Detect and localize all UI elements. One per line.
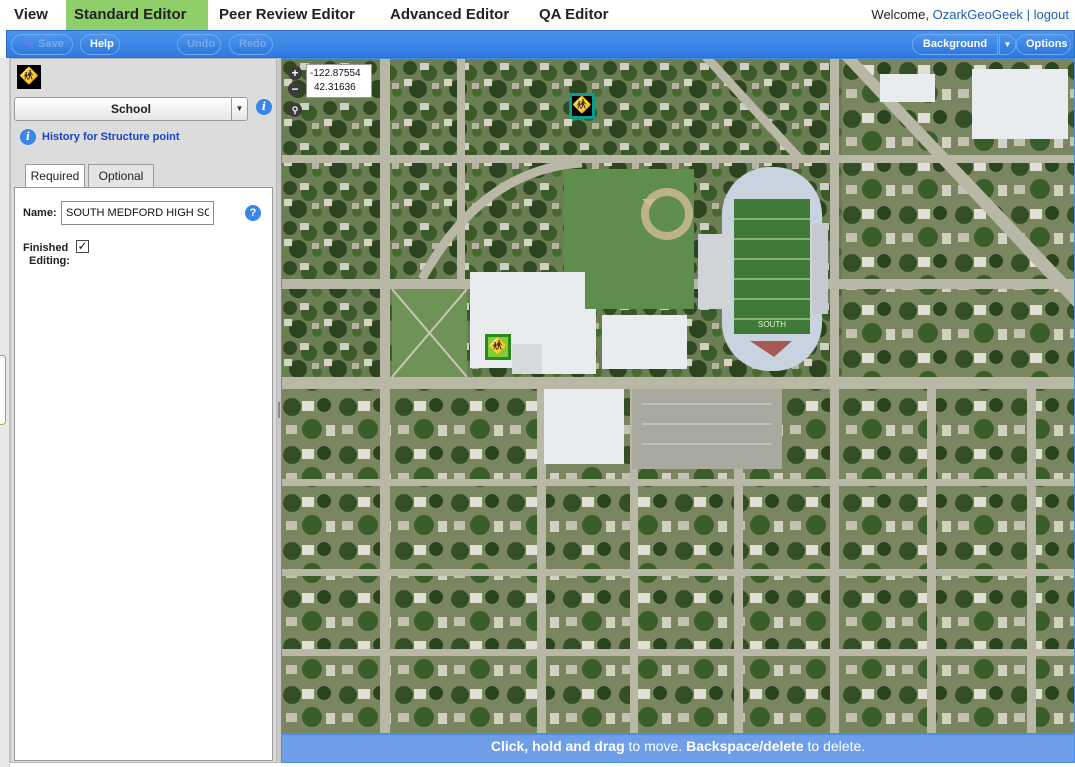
magnifier-icon[interactable]: ⚲ <box>288 103 302 117</box>
tab-advanced-editor[interactable]: Advanced Editor <box>382 0 517 30</box>
welcome-area: Welcome, OzarkGeoGeek | logout <box>871 0 1069 30</box>
latitude-value: 42.31636 <box>314 82 356 93</box>
tab-view[interactable]: View <box>6 0 56 30</box>
coordinate-readout: -122.87554 42.31636 <box>306 64 372 98</box>
status-move-text: to move. <box>624 738 687 754</box>
history-info-icon: i <box>20 129 36 145</box>
map-canvas[interactable]: SOUTH + − ⚲ -122.87554 42.31636 🚸 🚸 <box>281 58 1075 734</box>
tab-peer-review-editor[interactable]: Peer Review Editor <box>211 0 363 30</box>
finished-editing-label-2: Editing: <box>29 255 70 267</box>
welcome-separator: | <box>1026 7 1030 22</box>
zoom-out-icon[interactable]: − <box>288 82 302 96</box>
left-collapse-strip <box>0 58 10 767</box>
top-nav: View Standard Editor Peer Review Editor … <box>0 0 1075 30</box>
school-marker[interactable]: 🚸 <box>569 93 595 119</box>
school-children-icon: 🚸 <box>17 65 41 89</box>
tab-qa-editor[interactable]: QA Editor <box>531 0 616 30</box>
status-drag-instruction: Click, hold and drag <box>490 738 625 754</box>
feature-type-value: School <box>110 102 151 116</box>
required-form: Name: ? Finished Editing: ✓ <box>14 187 273 761</box>
name-label: Name: <box>23 207 57 219</box>
logout-link[interactable]: logout <box>1034 7 1069 22</box>
finished-editing-checkbox[interactable]: ✓ <box>76 240 89 253</box>
undo-button[interactable]: Undo <box>177 34 221 55</box>
editor-toolbar: ✎ Save Help Undo Redo Background ▼ Option… <box>6 30 1075 58</box>
status-delete-text: to delete. <box>803 738 866 754</box>
finished-editing-label-1: Finished <box>23 242 69 254</box>
username-link[interactable]: OzarkGeoGeek <box>933 7 1023 22</box>
collapse-handle[interactable] <box>0 355 6 425</box>
splitter-grip[interactable] <box>278 402 280 418</box>
options-button[interactable]: Options <box>1016 34 1071 55</box>
satellite-imagery: SOUTH <box>282 59 1074 733</box>
feature-panel: 🚸 School ▼ i i History for Structure poi… <box>10 58 277 763</box>
save-label: Save <box>38 38 64 50</box>
redo-button[interactable]: Redo <box>229 34 273 55</box>
welcome-text: Welcome, <box>871 7 929 22</box>
zoom-in-icon[interactable]: + <box>288 66 302 80</box>
tab-standard-editor[interactable]: Standard Editor <box>66 0 208 30</box>
status-bar: Click, hold and drag to move. Backspace/… <box>281 734 1075 763</box>
help-button[interactable]: Help <box>80 34 120 55</box>
pencil-icon: ✎ <box>23 37 35 52</box>
save-button[interactable]: ✎ Save <box>11 34 73 55</box>
status-delete-key: Backspace/delete <box>686 738 804 754</box>
name-field[interactable] <box>61 201 214 225</box>
question-icon[interactable]: ? <box>245 205 261 221</box>
field-end-zone-text: SOUTH <box>758 320 786 329</box>
chevron-down-icon: ▼ <box>231 98 247 120</box>
feature-type-select[interactable]: School ▼ <box>14 97 248 121</box>
selected-school-marker[interactable]: 🚸 <box>485 334 511 360</box>
tab-required[interactable]: Required <box>25 164 85 189</box>
history-link[interactable]: History for Structure point <box>42 131 180 143</box>
longitude-value: -122.87554 <box>310 68 361 79</box>
tab-optional[interactable]: Optional <box>88 164 154 188</box>
background-button[interactable]: Background <box>912 34 998 55</box>
background-dropdown-icon[interactable]: ▼ <box>999 34 1016 55</box>
info-icon[interactable]: i <box>256 99 272 115</box>
